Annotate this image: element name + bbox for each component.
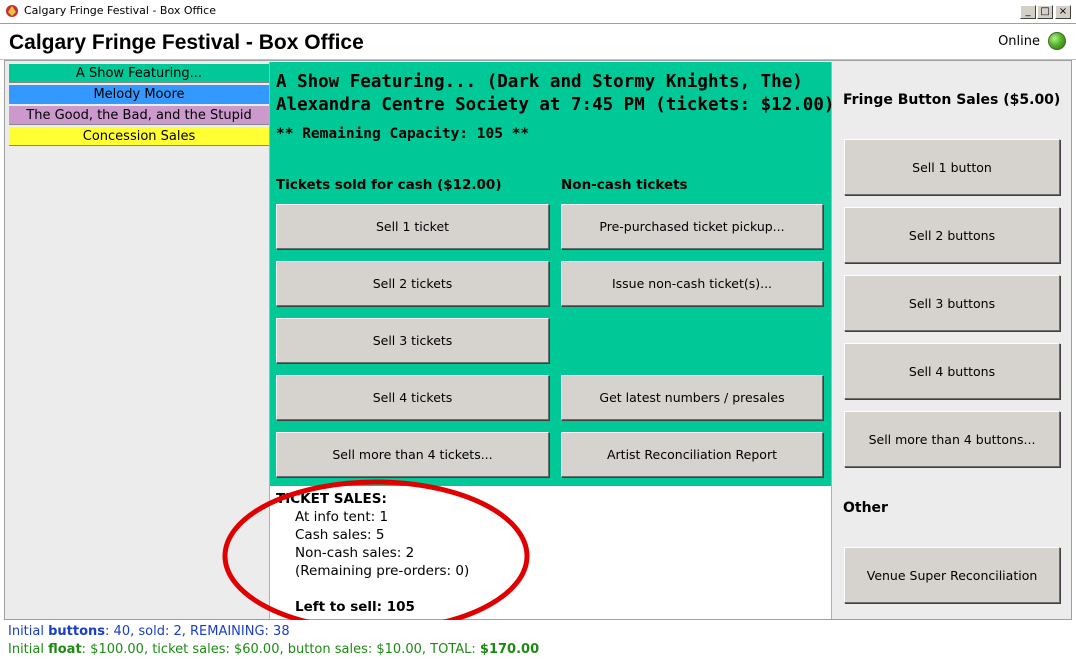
float-status-prefix: Initial [8, 642, 49, 657]
show-list: A Show Featuring... Melody Moore The Goo… [9, 64, 269, 148]
sell-4-buttons-button[interactable]: Sell 4 buttons [844, 343, 1060, 399]
show-item-good-bad-stupid[interactable]: The Good, the Bad, and the Stupid [9, 106, 269, 125]
sell-2-tickets-button[interactable]: Sell 2 tickets [276, 261, 549, 306]
show-title-line-2: Alexandra Centre Society at 7:45 PM (tic… [276, 95, 835, 115]
buttons-status-label: buttons [48, 624, 106, 639]
close-button[interactable]: × [1055, 5, 1071, 19]
page-title: Calgary Fringe Festival - Box Office [9, 31, 364, 54]
fringe-app-icon [6, 5, 18, 17]
window-titlebar: Calgary Fringe Festival - Box Office _ □… [0, 0, 1076, 24]
artist-reconciliation-button[interactable]: Artist Reconciliation Report [561, 432, 823, 477]
buttons-status-line: Initial buttons: 40, sold: 2, REMAINING:… [8, 624, 290, 639]
get-latest-numbers-button[interactable]: Get latest numbers / presales [561, 375, 823, 420]
online-status-label: Online [998, 34, 1040, 49]
float-status-line: Initial float: $100.00, ticket sales: $6… [8, 642, 539, 657]
online-status-icon [1048, 32, 1066, 50]
minimize-button[interactable]: _ [1020, 5, 1036, 19]
remaining-capacity: ** Remaining Capacity: 105 ** [276, 126, 530, 142]
sell-3-buttons-button[interactable]: Sell 3 buttons [844, 275, 1060, 331]
annotation-ellipse [222, 479, 530, 633]
pre-purchased-pickup-button[interactable]: Pre-purchased ticket pickup... [561, 204, 823, 249]
float-status-values: : $100.00, ticket sales: $60.00, button … [81, 642, 480, 657]
fringe-button-sales-heading: Fringe Button Sales ($5.00) [843, 92, 1061, 108]
issue-noncash-ticket-button[interactable]: Issue non-cash ticket(s)... [561, 261, 823, 306]
cash-tickets-heading: Tickets sold for cash ($12.00) [276, 177, 502, 193]
buttons-status-values: : 40, sold: 2, REMAINING: 38 [105, 624, 290, 639]
sell-4-tickets-button[interactable]: Sell 4 tickets [276, 375, 549, 420]
show-title-line-1: A Show Featuring... (Dark and Stormy Kni… [276, 72, 803, 92]
annotation-ellipse-shape [222, 479, 530, 633]
sell-more-tickets-button[interactable]: Sell more than 4 tickets... [276, 432, 549, 477]
float-status-total: $170.00 [479, 642, 540, 657]
main-content: A Show Featuring... Melody Moore The Goo… [4, 60, 1072, 620]
sell-3-tickets-button[interactable]: Sell 3 tickets [276, 318, 549, 363]
show-item-melody-moore[interactable]: Melody Moore [9, 85, 269, 104]
app-header: Calgary Fringe Festival - Box Office Onl… [0, 25, 1076, 60]
venue-super-reconciliation-button[interactable]: Venue Super Reconciliation [844, 547, 1060, 603]
show-item-a-show-featuring[interactable]: A Show Featuring... [9, 64, 269, 83]
noncash-tickets-heading: Non-cash tickets [561, 177, 688, 193]
sell-2-buttons-button[interactable]: Sell 2 buttons [844, 207, 1060, 263]
show-item-concession-sales[interactable]: Concession Sales [9, 127, 269, 146]
status-bar: Initial buttons: 40, sold: 2, REMAINING:… [0, 620, 1076, 664]
show-title: A Show Featuring... (Dark and Stormy Kni… [276, 71, 834, 117]
show-actions-area: A Show Featuring... (Dark and Stormy Kni… [270, 62, 834, 486]
buttons-status-prefix: Initial [8, 624, 49, 639]
sell-1-button-button[interactable]: Sell 1 button [844, 139, 1060, 195]
right-panel: Fringe Button Sales ($5.00) Sell 1 butto… [833, 61, 1071, 619]
sell-more-buttons-button[interactable]: Sell more than 4 buttons... [844, 411, 1060, 467]
maximize-button[interactable]: □ [1037, 5, 1053, 19]
float-status-label: float [48, 642, 82, 657]
other-heading: Other [843, 500, 888, 516]
window-title: Calgary Fringe Festival - Box Office [24, 4, 216, 17]
sell-1-ticket-button[interactable]: Sell 1 ticket [276, 204, 549, 249]
